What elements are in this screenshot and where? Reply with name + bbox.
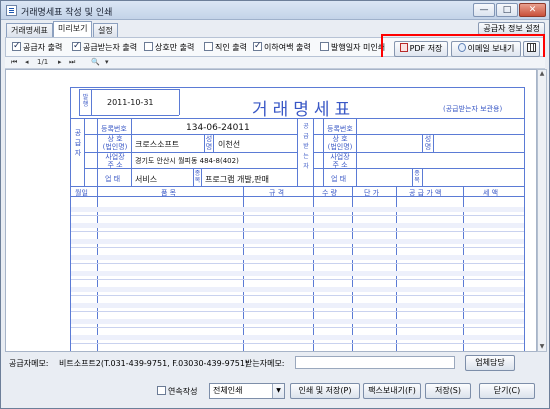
checkbox-icon[interactable] bbox=[157, 386, 166, 395]
receiver-memo-label: 받는자메모: bbox=[245, 359, 285, 368]
option-label: 발행일자 미인쇄 bbox=[331, 43, 386, 52]
supplier-biz-type: 서비스 bbox=[135, 175, 158, 184]
supplier-reg-no-label: 등록번호 bbox=[101, 125, 127, 133]
col-date: 월일 bbox=[75, 189, 88, 197]
zoom-dropdown-icon[interactable]: ▾ bbox=[105, 58, 109, 66]
supplier-name: 이천선 bbox=[218, 140, 241, 149]
chevron-down-icon[interactable]: ▼ bbox=[272, 384, 284, 398]
supplier-address-label: 사업장 주 소 bbox=[105, 153, 125, 169]
issue-label: 발행 bbox=[82, 94, 89, 108]
tab-preview[interactable]: 미리보기 bbox=[53, 21, 93, 37]
col-unit-price: 단 가 bbox=[364, 189, 380, 197]
supplier-reg-no: 134-06-24011 bbox=[186, 123, 250, 133]
prev-page-icon[interactable]: ◂ bbox=[25, 58, 29, 66]
receiver-address-label: 사업장 주 소 bbox=[330, 153, 350, 169]
app-window: 거래명세표 작성 및 인쇄 — □ ✕ 거래명세표 미리보기 설정 공급자 정보… bbox=[0, 0, 550, 409]
supplier-name-label: 성명 bbox=[205, 135, 213, 151]
zoom-icon[interactable]: 🔍 bbox=[91, 58, 100, 66]
bottom-action-bar: 연속작성 전체인쇄 ▼ 인쇄 및 저장(P) 팩스보내기(F) 저장(S) 닫기… bbox=[5, 383, 545, 403]
print-scope-select[interactable]: 전체인쇄 ▼ bbox=[209, 383, 285, 399]
checkbox-icon[interactable] bbox=[253, 41, 262, 52]
option-print-receiver[interactable]: 공급받는자 출력 bbox=[72, 41, 138, 54]
supplier-company-label: 상 호 (법인명) bbox=[102, 135, 128, 151]
tab-settings[interactable]: 설정 bbox=[93, 23, 118, 37]
checkbox-icon[interactable] bbox=[72, 41, 81, 52]
option-print-supplier[interactable]: 공급자 출력 bbox=[12, 41, 63, 54]
vendor-contact-button[interactable]: 업체담당 bbox=[465, 355, 515, 371]
col-qty: 수 량 bbox=[322, 189, 338, 197]
invoice-preview: 발행 2011-10-31 거래명세표 (공급받는자 보관용) 공급자 등록번호… bbox=[5, 69, 537, 352]
receiver-memo-input[interactable] bbox=[295, 356, 455, 369]
checkbox-icon[interactable] bbox=[320, 42, 329, 51]
print-and-save-button[interactable]: 인쇄 및 저장(P) bbox=[290, 383, 360, 399]
option-label: 직인 출력 bbox=[215, 43, 247, 52]
window-title: 거래명세표 작성 및 인쇄 bbox=[21, 8, 113, 18]
last-page-icon[interactable]: ⏭ bbox=[69, 58, 75, 67]
option-label: 상호만 출력 bbox=[155, 43, 195, 52]
first-page-icon[interactable]: ⏮ bbox=[11, 58, 17, 67]
supplier-item-label: 종목 bbox=[194, 170, 201, 184]
print-scope-value: 전체인쇄 bbox=[213, 386, 243, 395]
title-bar: 거래명세표 작성 및 인쇄 — □ ✕ bbox=[1, 1, 549, 20]
supplier-item: 프로그램 개발,판매 bbox=[205, 175, 269, 184]
supplier-side-label: 공급자 bbox=[74, 129, 82, 157]
option-company-only[interactable]: 상호만 출력 bbox=[144, 42, 194, 54]
option-label: 공급받는자 출력 bbox=[83, 43, 138, 52]
save-button[interactable]: 저장(S) bbox=[425, 383, 471, 399]
supplier-address: 경기도 안산시 월피동 484-8(402) bbox=[135, 157, 239, 165]
send-fax-button[interactable]: 팩스보내기(F) bbox=[363, 383, 421, 399]
preview-nav-bar: ⏮ ◂ 1/1 ▸ ⏭ 🔍 ▾ bbox=[5, 57, 545, 69]
receiver-item-label: 종목 bbox=[414, 170, 420, 184]
checkbox-icon[interactable] bbox=[12, 41, 21, 52]
close-button[interactable]: 닫기(C) bbox=[479, 383, 535, 399]
memo-row: 공급자메모: 비트소프트2(T.031-439-9751, F.03030-43… bbox=[5, 355, 545, 371]
option-label: 공급자 출력 bbox=[23, 43, 63, 52]
checkbox-icon[interactable] bbox=[144, 42, 153, 51]
close-window-button[interactable]: ✕ bbox=[519, 3, 546, 17]
receiver-biz-type-label: 업 태 bbox=[331, 175, 347, 183]
receiver-side-label: 공급받는자 bbox=[303, 123, 309, 170]
invoice-page: 발행 2011-10-31 거래명세표 (공급받는자 보관용) 공급자 등록번호… bbox=[70, 87, 525, 351]
receiver-reg-no-label: 등록번호 bbox=[327, 125, 353, 133]
app-icon bbox=[6, 5, 17, 16]
supplier-company: 크로스소프트 bbox=[135, 140, 180, 149]
col-tax: 세 액 bbox=[483, 189, 499, 197]
col-supply-amount: 공 급 가 액 bbox=[409, 189, 442, 197]
col-item: 품 목 bbox=[161, 189, 177, 197]
option-label: 이하여백 출력 bbox=[264, 43, 311, 52]
preview-scrollbar[interactable]: ▲ ▼ bbox=[537, 69, 547, 352]
supplier-memo-value: 비트소프트2(T.031-439-9751, F.03030-439-9751) bbox=[59, 359, 249, 368]
copy-label: (공급받는자 보관용) bbox=[443, 105, 503, 113]
next-page-icon[interactable]: ▸ bbox=[58, 58, 62, 66]
tab-invoice[interactable]: 거래명세표 bbox=[6, 23, 53, 37]
receiver-name-label: 성명 bbox=[424, 135, 432, 151]
option-print-seal[interactable]: 직인 출력 bbox=[204, 42, 247, 54]
page-indicator: 1/1 bbox=[37, 58, 49, 66]
option-no-issue-date[interactable]: 발행일자 미인쇄 bbox=[320, 42, 385, 54]
continuous-write-option[interactable]: 연속작성 bbox=[157, 386, 197, 398]
supplier-memo-label: 공급자메모: bbox=[9, 359, 49, 368]
issue-date: 2011-10-31 bbox=[107, 98, 154, 107]
scroll-down-icon[interactable]: ▼ bbox=[538, 343, 546, 351]
receiver-company-label: 상 호 (법인명) bbox=[327, 135, 353, 151]
maximize-button[interactable]: □ bbox=[496, 3, 518, 17]
scroll-up-icon[interactable]: ▲ bbox=[538, 70, 546, 78]
invoice-title: 거래명세표 bbox=[252, 100, 356, 120]
supplier-biz-type-label: 업 태 bbox=[105, 175, 121, 183]
option-print-blank-below[interactable]: 이하여백 출력 bbox=[253, 41, 311, 54]
continuous-write-label: 연속작성 bbox=[168, 387, 198, 396]
col-spec: 규 격 bbox=[269, 189, 285, 197]
minimize-button[interactable]: — bbox=[473, 3, 495, 17]
checkbox-icon[interactable] bbox=[204, 42, 213, 51]
